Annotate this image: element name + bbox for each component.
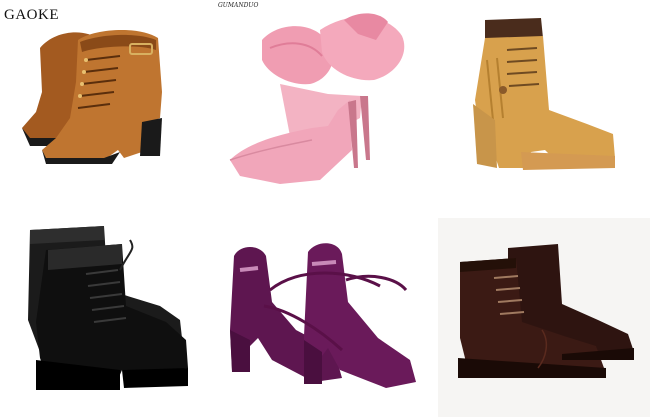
tan-lace-up-ankle-boot-icon [22,29,162,164]
wheat-heeled-work-boot-icon [473,18,615,170]
brown-leather-cap-toe-boot-icon [458,244,634,378]
product-tile-purple-block-heel[interactable] [210,210,432,417]
brand-label-gaoke: GAOKE [4,7,59,23]
product-tile-tan-ankle-boot[interactable]: GAOKE [0,0,210,208]
brand-label-gumanduo: GUMANDUO [218,2,259,9]
product-tile-black-chunky-boot[interactable] [0,210,210,417]
purple-lace-up-block-heel-icon [230,243,416,388]
black-chunky-lace-up-boot-icon [28,226,188,390]
product-tile-brown-cap-toe-boot[interactable] [438,218,650,417]
product-image-grid: GAOKE GUMANDUO [0,0,650,417]
pink-bow-stiletto-pump-icon [229,13,405,184]
product-tile-wheat-work-boot[interactable] [437,0,650,208]
product-tile-pink-bow-pump[interactable]: GUMANDUO [210,0,425,208]
